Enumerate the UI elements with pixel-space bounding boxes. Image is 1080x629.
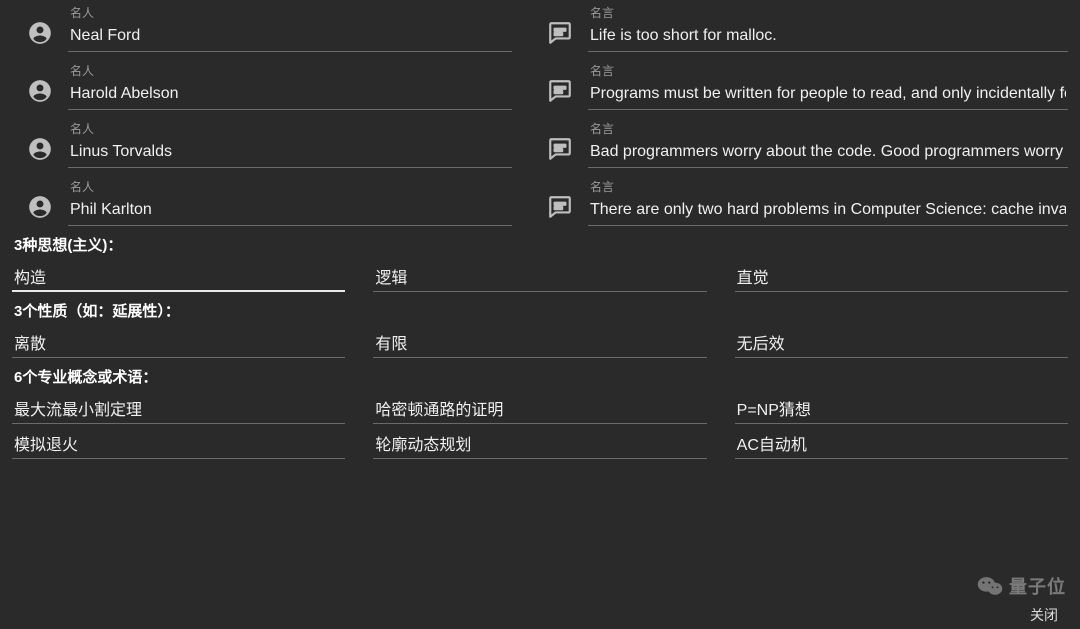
concept-cell — [735, 432, 1068, 459]
concept-cell — [12, 397, 345, 424]
quote-field: 名言 — [532, 116, 1068, 168]
concepts-row-2 — [12, 432, 1068, 459]
person-label: 名人 — [68, 178, 512, 195]
pair-row: 名人 名言 — [12, 116, 1068, 168]
concept-input[interactable] — [735, 432, 1068, 459]
person-field: 名人 — [12, 116, 512, 168]
concept-cell — [373, 397, 706, 424]
concept-input[interactable] — [373, 397, 706, 424]
thought-input[interactable] — [373, 265, 706, 292]
message-icon — [532, 136, 588, 168]
quote-label: 名言 — [588, 62, 1068, 79]
concept-cell — [12, 432, 345, 459]
person-field: 名人 — [12, 174, 512, 226]
concept-input[interactable] — [373, 432, 706, 459]
message-icon — [532, 78, 588, 110]
quote-field: 名言 — [532, 174, 1068, 226]
person-input[interactable] — [68, 25, 512, 52]
wechat-icon — [977, 575, 1003, 597]
person-input[interactable] — [68, 141, 512, 168]
thought-cell — [373, 265, 706, 292]
thought-cell — [735, 265, 1068, 292]
section-title-thoughts: 3种思想(主义)： — [14, 234, 1068, 255]
person-label: 名人 — [68, 120, 512, 137]
quote-field: 名言 — [532, 0, 1068, 52]
pair-row: 名人 名言 — [12, 58, 1068, 110]
concept-input[interactable] — [12, 432, 345, 459]
person-input[interactable] — [68, 83, 512, 110]
properties-row — [12, 331, 1068, 358]
person-input[interactable] — [68, 199, 512, 226]
person-icon — [12, 136, 68, 168]
pair-row: 名人 名言 — [12, 174, 1068, 226]
close-button[interactable]: 关闭 — [1030, 605, 1058, 625]
message-icon — [532, 194, 588, 226]
pair-row: 名人 名言 — [12, 0, 1068, 52]
watermark-text: 量子位 — [1009, 573, 1066, 599]
quote-input[interactable] — [588, 141, 1068, 168]
property-cell — [12, 331, 345, 358]
quote-field: 名言 — [532, 58, 1068, 110]
message-icon — [532, 20, 588, 52]
concept-cell — [373, 432, 706, 459]
person-field: 名人 — [12, 0, 512, 52]
concept-input[interactable] — [735, 397, 1068, 424]
concept-input[interactable] — [12, 397, 345, 424]
quote-rows: 名人 名言 名人 — [12, 0, 1068, 226]
concepts-row-1 — [12, 397, 1068, 424]
person-icon — [12, 20, 68, 52]
person-field: 名人 — [12, 58, 512, 110]
person-icon — [12, 78, 68, 110]
quote-label: 名言 — [588, 120, 1068, 137]
property-input[interactable] — [373, 331, 706, 358]
thought-cell — [12, 265, 345, 292]
quote-label: 名言 — [588, 178, 1068, 195]
thoughts-row — [12, 265, 1068, 292]
quote-label: 名言 — [588, 4, 1068, 21]
watermark: 量子位 — [977, 573, 1066, 599]
thought-input[interactable] — [735, 265, 1068, 292]
section-title-concepts: 6个专业概念或术语： — [14, 366, 1068, 387]
quote-input[interactable] — [588, 199, 1068, 226]
property-input[interactable] — [12, 331, 345, 358]
concept-cell — [735, 397, 1068, 424]
thought-input[interactable] — [12, 265, 345, 292]
quote-input[interactable] — [588, 83, 1068, 110]
property-cell — [373, 331, 706, 358]
property-input[interactable] — [735, 331, 1068, 358]
quote-input[interactable] — [588, 25, 1068, 52]
property-cell — [735, 331, 1068, 358]
person-label: 名人 — [68, 62, 512, 79]
person-icon — [12, 194, 68, 226]
person-label: 名人 — [68, 4, 512, 21]
section-title-properties: 3个性质（如：延展性）： — [14, 300, 1068, 321]
